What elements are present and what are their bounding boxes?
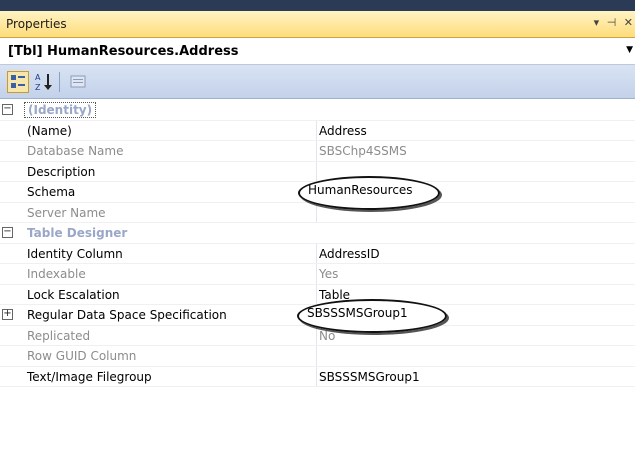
property-row[interactable]: (Name) Address <box>0 120 635 141</box>
property-name: (Name) <box>27 123 72 138</box>
category-label: Table Designer <box>27 226 128 240</box>
window-top-bar <box>0 0 635 11</box>
property-name: Lock Escalation <box>27 287 120 302</box>
highlight-oval-schema: HumanResources <box>298 176 440 210</box>
property-row[interactable]: Database Name SBSChp4SSMS <box>0 141 635 162</box>
highlighted-value[interactable]: HumanResources <box>308 183 413 197</box>
property-row[interactable]: Indexable Yes <box>0 264 635 285</box>
column-divider <box>316 202 317 222</box>
property-row[interactable]: Identity Column AddressID <box>0 243 635 264</box>
property-grid: − (Identity) (Name) Address Database Nam… <box>0 100 635 387</box>
column-divider <box>316 284 317 304</box>
property-name: Identity Column <box>27 246 123 261</box>
svg-text:A: A <box>35 73 41 82</box>
column-divider <box>316 161 317 181</box>
column-divider <box>316 366 317 386</box>
alphabetical-sort-icon: A Z <box>35 73 52 92</box>
highlight-oval-data-space: SBSSSMSGroup1 <box>297 299 447 333</box>
alphabetical-button[interactable]: A Z <box>33 71 55 93</box>
property-row[interactable]: Replicated No <box>0 325 635 346</box>
category-identity[interactable]: − (Identity) <box>0 100 635 121</box>
property-name: Description <box>27 164 96 179</box>
property-value[interactable]: Address <box>319 124 367 138</box>
property-value[interactable]: SBSSSMSGroup1 <box>319 370 420 384</box>
property-name: Regular Data Space Specification <box>27 308 227 322</box>
column-divider <box>316 346 317 366</box>
column-divider <box>316 243 317 263</box>
window-controls[interactable]: ▾ ⊣ ✕ <box>594 16 635 29</box>
property-row[interactable]: Text/Image Filegroup SBSSSMSGroup1 <box>0 366 635 387</box>
collapse-icon[interactable]: − <box>2 104 13 115</box>
property-name: Row GUID Column <box>27 349 137 363</box>
category-table-designer[interactable]: − Table Designer <box>0 223 635 244</box>
property-row[interactable]: Row GUID Column <box>0 346 635 367</box>
expand-icon[interactable]: + <box>2 309 13 320</box>
column-divider <box>316 325 317 345</box>
property-pages-icon <box>70 75 86 88</box>
categorized-button[interactable] <box>7 71 29 93</box>
svg-text:Z: Z <box>35 83 41 92</box>
column-divider <box>316 141 317 161</box>
property-value[interactable]: AddressID <box>319 247 380 261</box>
property-name: Text/Image Filegroup <box>27 369 152 384</box>
panel-title: Properties <box>6 17 67 31</box>
property-row[interactable]: Lock Escalation Table <box>0 284 635 305</box>
category-label: (Identity) <box>24 102 97 118</box>
property-name: Database Name <box>27 144 124 158</box>
property-name: Server Name <box>27 205 106 220</box>
collapse-icon[interactable]: − <box>2 227 13 238</box>
toolbar-separator <box>59 72 60 92</box>
property-name: Schema <box>27 185 76 199</box>
property-value: SBSChp4SSMS <box>319 144 407 158</box>
property-name: Replicated <box>27 328 91 343</box>
dropdown-arrow-icon[interactable]: ▼ <box>626 45 633 55</box>
column-divider <box>316 264 317 284</box>
property-row[interactable]: Description <box>0 161 635 182</box>
selected-object: [Tbl] HumanResources.Address <box>8 44 239 59</box>
property-name: Indexable <box>27 267 86 281</box>
categorized-icon <box>11 75 25 88</box>
property-value: Yes <box>319 267 339 281</box>
property-pages-button[interactable] <box>67 71 89 93</box>
property-row[interactable]: Server Name <box>0 202 635 223</box>
properties-toolbar: A Z <box>0 65 635 99</box>
highlighted-value[interactable]: SBSSSMSGroup1 <box>307 306 408 320</box>
column-divider <box>316 120 317 140</box>
properties-titlebar: Properties ▾ ⊣ ✕ <box>0 11 635 38</box>
object-selector[interactable]: [Tbl] HumanResources.Address ▼ <box>0 39 635 65</box>
